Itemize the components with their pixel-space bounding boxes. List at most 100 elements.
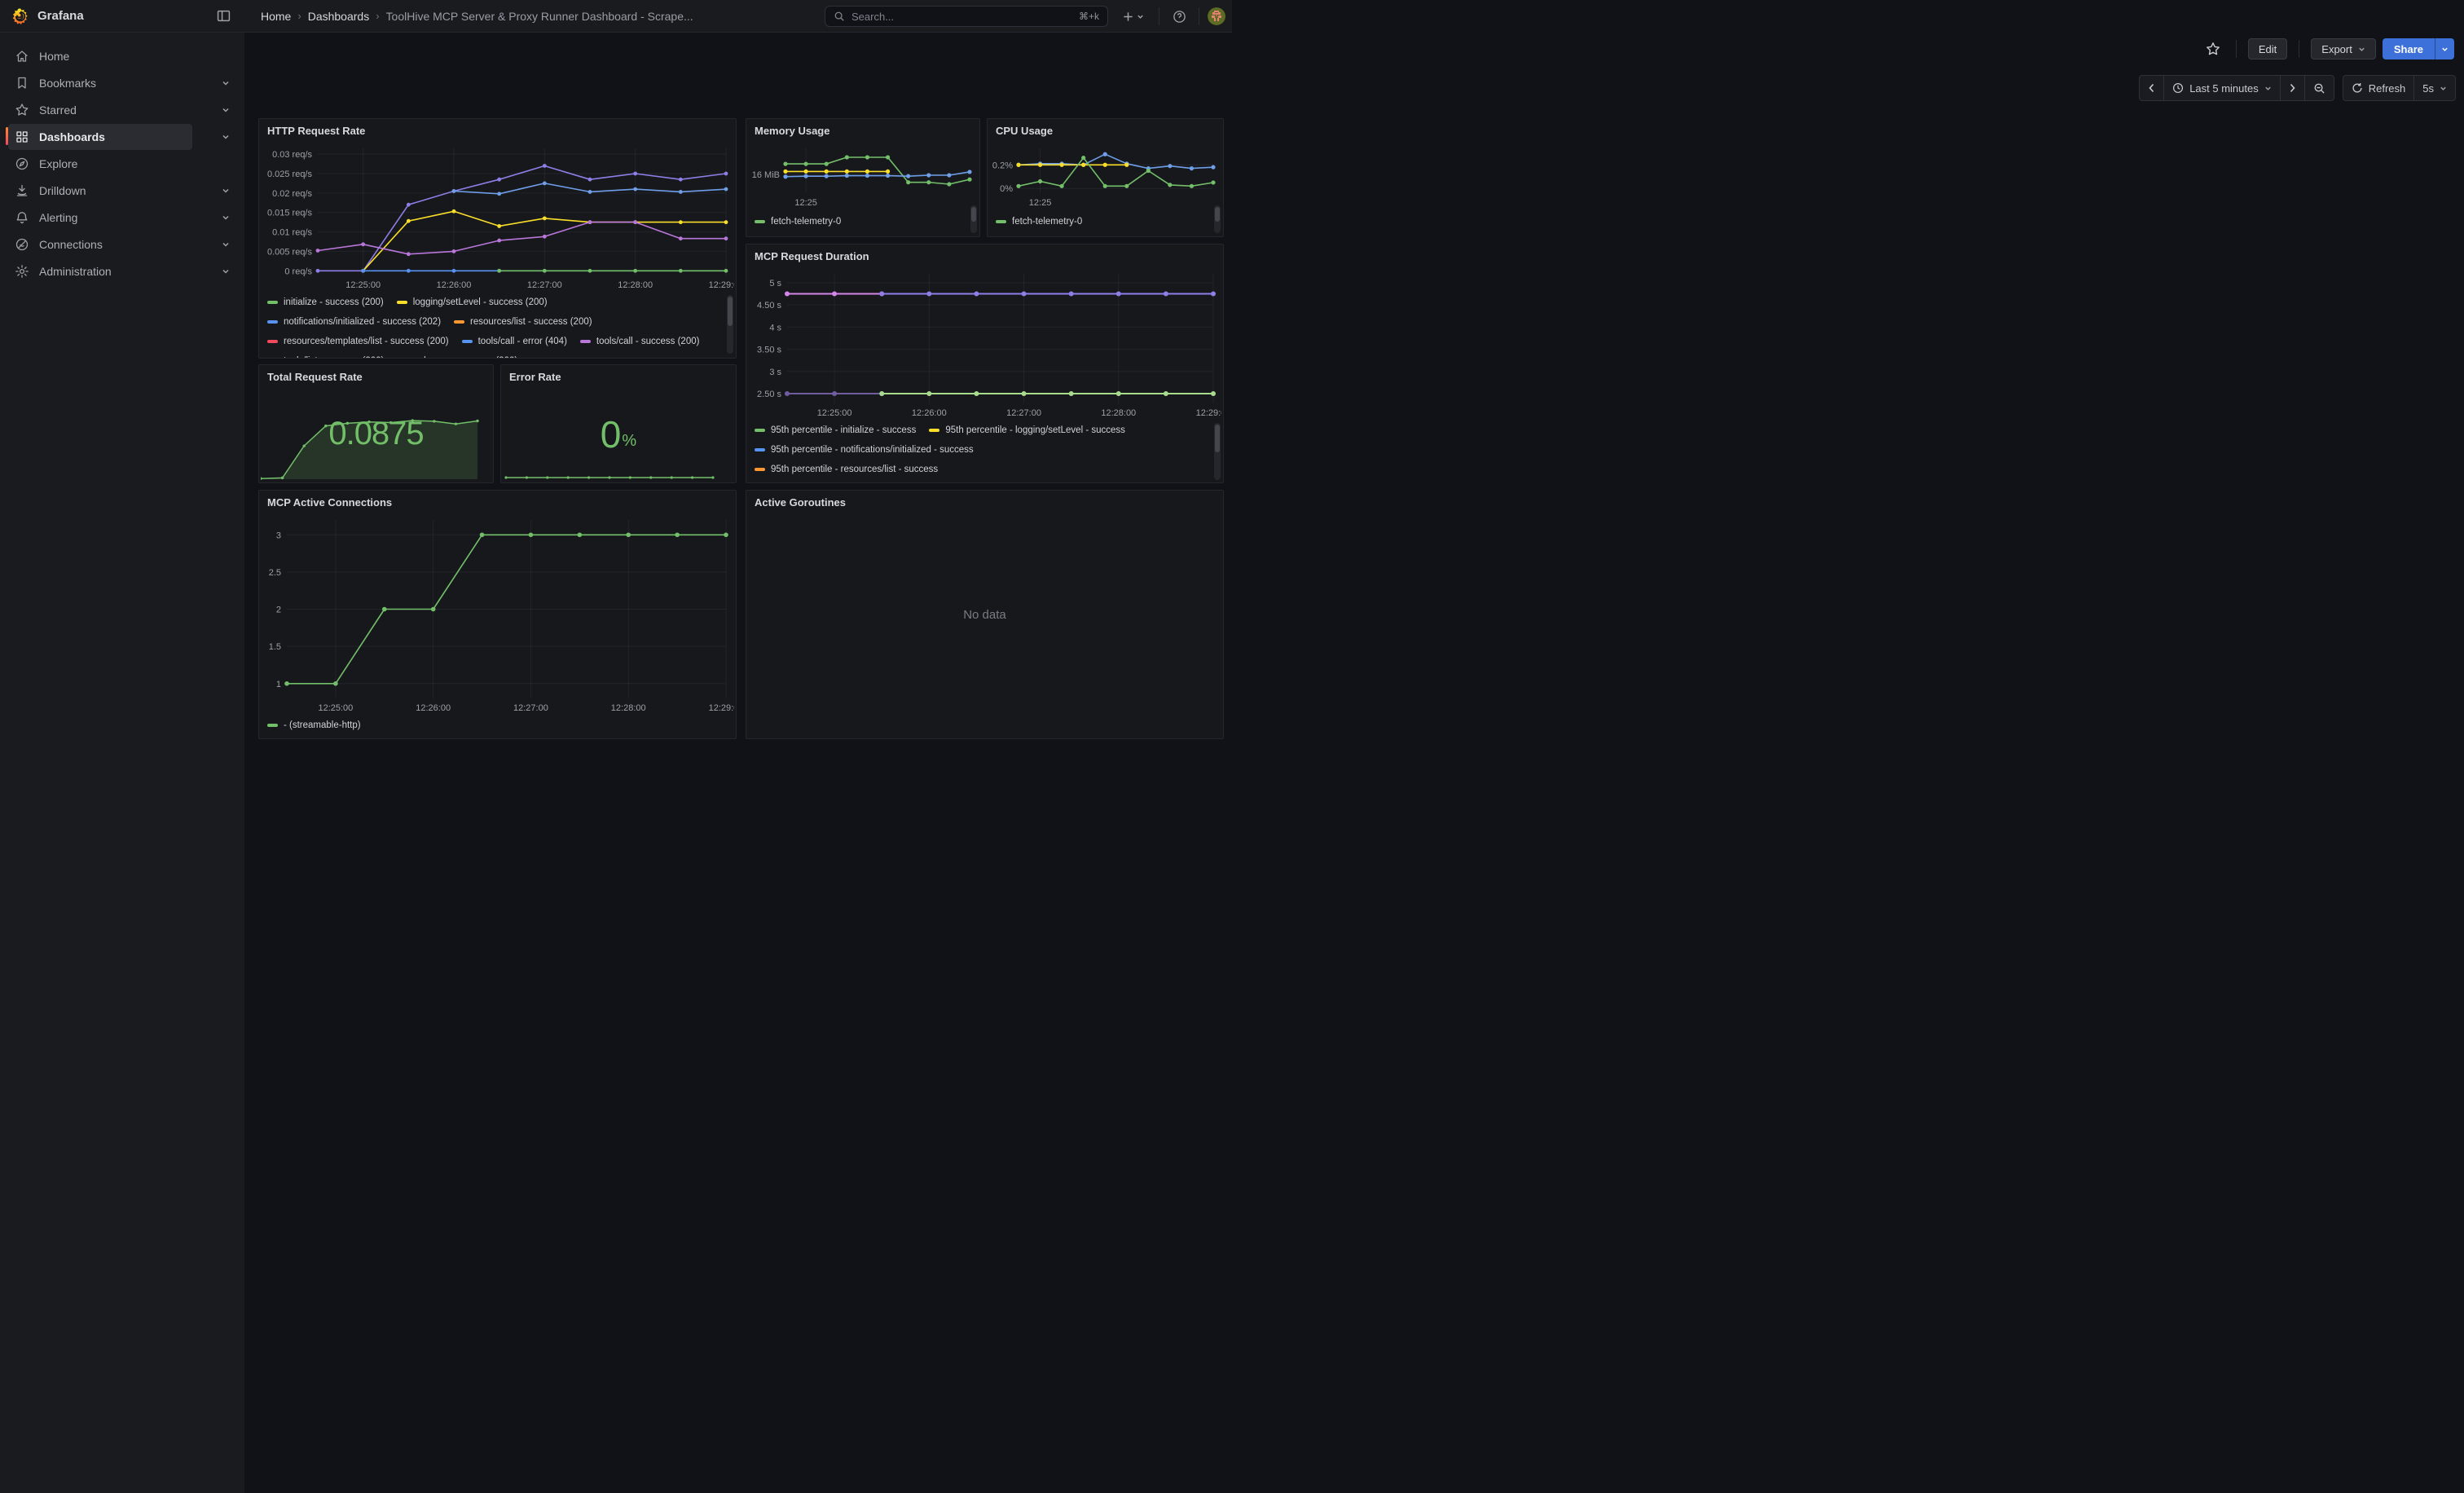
- chevron-down-icon[interactable]: [215, 79, 236, 87]
- panel-title[interactable]: Memory Usage: [746, 119, 979, 142]
- edit-button[interactable]: Edit: [2248, 38, 2287, 59]
- time-range-picker[interactable]: Last 5 minutes: [2163, 76, 2280, 100]
- search-placeholder: Search...: [851, 11, 1072, 23]
- sidebar-link[interactable]: Home: [8, 43, 236, 69]
- panel-title[interactable]: Error Rate: [501, 365, 736, 388]
- sidebar-toggle-icon[interactable]: [212, 5, 235, 28]
- total-request-rate-value: 0.0875: [259, 416, 493, 452]
- breadcrumb: Home › Dashboards › ToolHive MCP Server …: [244, 10, 693, 23]
- avatar[interactable]: [1208, 7, 1225, 25]
- error-rate-value: 0 %: [501, 412, 736, 456]
- svg-text:0.005 req/s: 0.005 req/s: [267, 247, 313, 257]
- sidebar-item-home[interactable]: Home: [8, 42, 236, 69]
- panel-title[interactable]: HTTP Request Rate: [259, 119, 736, 142]
- time-forward-button[interactable]: [2280, 76, 2304, 100]
- breadcrumb-home[interactable]: Home: [261, 10, 291, 23]
- legend-item[interactable]: fetch-telemetry-0: [755, 215, 841, 228]
- svg-text:16 MiB: 16 MiB: [752, 170, 780, 180]
- sidebar-item-starred[interactable]: Starred: [8, 96, 236, 123]
- legend-scrollbar-thumb[interactable]: [1215, 207, 1220, 222]
- legend-item[interactable]: notifications/initialized - success (202…: [267, 315, 441, 328]
- chevron-down-icon[interactable]: [215, 187, 236, 195]
- share-button[interactable]: Share: [2383, 38, 2435, 59]
- sidebar-item-connections[interactable]: Connections: [8, 231, 236, 258]
- legend-item[interactable]: 95th percentile - resources/list - succe…: [755, 463, 1215, 476]
- legend-color-dot: [397, 301, 407, 304]
- mcp-active-connections-chart[interactable]: 12:25:0012:26:0012:27:0012:28:0012:29:00…: [261, 513, 734, 714]
- export-button[interactable]: Export: [2311, 38, 2376, 59]
- breadcrumb-dashboards[interactable]: Dashboards: [308, 10, 370, 23]
- legend-color-dot: [267, 724, 278, 727]
- sidebar-link[interactable]: Administration: [8, 258, 215, 284]
- legend-label: unknown - success (200): [413, 356, 517, 358]
- legend-item[interactable]: tools/call - success (200): [580, 335, 700, 348]
- grafana-logo-icon[interactable]: [11, 7, 29, 25]
- search-input[interactable]: Search... ⌘+k: [825, 6, 1108, 27]
- legend-item[interactable]: logging/setLevel - success (200): [397, 296, 548, 309]
- sidebar-item-label: Administration: [39, 265, 112, 278]
- sidebar-item-label: Alerting: [39, 211, 77, 224]
- cpu-usage-chart[interactable]: 12:250.2%0%: [989, 142, 1221, 209]
- mcp-request-duration-chart[interactable]: 12:25:0012:26:0012:27:0012:28:0012:29:00…: [748, 267, 1221, 419]
- chevron-down-icon[interactable]: [215, 214, 236, 222]
- sidebar-item-administration[interactable]: Administration: [8, 258, 236, 284]
- legend-item[interactable]: resources/list - success (200): [454, 315, 592, 328]
- sidebar-link[interactable]: Alerting: [8, 205, 215, 231]
- sidebar-link[interactable]: Bookmarks: [8, 70, 215, 96]
- legend-item[interactable]: 95th percentile - logging/setLevel - suc…: [929, 424, 1125, 437]
- sidebar-item-alerting[interactable]: Alerting: [8, 204, 236, 231]
- panel-memory-usage: Memory Usage 12:2516 MiB fetch-telemetry…: [746, 118, 980, 237]
- sidebar-item-dashboards[interactable]: Dashboards: [8, 123, 236, 150]
- legend-item[interactable]: unknown - success (200): [397, 355, 517, 358]
- sidebar-item-drilldown[interactable]: Drilldown: [8, 177, 236, 204]
- svg-text:2.5: 2.5: [269, 568, 281, 578]
- refresh-button[interactable]: Refresh: [2343, 76, 2414, 100]
- legend-scrollbar-thumb[interactable]: [1215, 425, 1220, 452]
- sidebar-link[interactable]: Starred: [8, 97, 215, 123]
- legend-item[interactable]: 95th percentile - initialize - success: [755, 424, 916, 437]
- zoom-out-icon[interactable]: [2304, 76, 2334, 100]
- time-back-button[interactable]: [2140, 76, 2163, 100]
- panel-title[interactable]: CPU Usage: [988, 119, 1223, 142]
- sidebar-item-explore[interactable]: Explore: [8, 150, 236, 177]
- sidebar-item-label: Bookmarks: [39, 77, 96, 90]
- legend-item[interactable]: initialize - success (200): [267, 296, 384, 309]
- http-request-rate-chart[interactable]: 12:25:0012:26:0012:27:0012:28:0012:29:00…: [261, 142, 734, 291]
- panel-title[interactable]: MCP Request Duration: [746, 244, 1223, 267]
- legend-item[interactable]: resources/templates/list - success (200): [267, 335, 449, 348]
- refresh-interval-picker[interactable]: 5s: [2413, 76, 2455, 100]
- sidebar-item-bookmarks[interactable]: Bookmarks: [8, 69, 236, 96]
- memory-usage-chart[interactable]: 12:2516 MiB: [748, 142, 978, 209]
- sidebar-item-label: Connections: [39, 238, 103, 251]
- chevron-down-icon[interactable]: [215, 133, 236, 141]
- legend-label: resources/templates/list - success (200): [284, 337, 449, 346]
- share-dropdown-button[interactable]: [2435, 38, 2454, 59]
- svg-text:0 req/s: 0 req/s: [284, 266, 312, 276]
- help-icon[interactable]: [1168, 5, 1190, 28]
- panel-title[interactable]: Total Request Rate: [259, 365, 493, 388]
- dashboard-page: Edit Export Share: [244, 33, 2464, 1493]
- panel-title[interactable]: MCP Active Connections: [259, 491, 736, 513]
- svg-text:1.5: 1.5: [269, 642, 281, 652]
- favorite-star-icon[interactable]: [2202, 37, 2224, 60]
- legend-item[interactable]: 95th percentile - notifications/initiali…: [755, 443, 1215, 456]
- legend-item[interactable]: fetch-telemetry-0: [996, 215, 1082, 228]
- chevron-down-icon[interactable]: [215, 240, 236, 249]
- sidebar-link[interactable]: Connections: [8, 231, 215, 258]
- legend-item[interactable]: - (streamable-http): [267, 719, 361, 732]
- svg-text:2.50 s: 2.50 s: [757, 390, 781, 399]
- legend-label: 95th percentile - logging/setLevel - suc…: [945, 425, 1125, 435]
- legend-scrollbar-thumb[interactable]: [971, 207, 976, 222]
- time-range-label: Last 5 minutes: [2189, 82, 2259, 95]
- cpu-legend: fetch-telemetry-0: [988, 212, 1215, 233]
- legend-scrollbar-thumb[interactable]: [728, 297, 733, 326]
- chevron-down-icon[interactable]: [215, 267, 236, 275]
- svg-text:0.02 req/s: 0.02 req/s: [272, 189, 312, 199]
- sidebar-link[interactable]: Explore: [8, 151, 236, 177]
- add-button[interactable]: [1115, 5, 1151, 28]
- sidebar-link[interactable]: Drilldown: [8, 178, 215, 204]
- sidebar-link[interactable]: Dashboards: [8, 124, 192, 150]
- chevron-down-icon[interactable]: [215, 106, 236, 114]
- legend-item[interactable]: tools/call - error (404): [462, 335, 567, 348]
- legend-item[interactable]: tools/list - success (200): [267, 355, 384, 358]
